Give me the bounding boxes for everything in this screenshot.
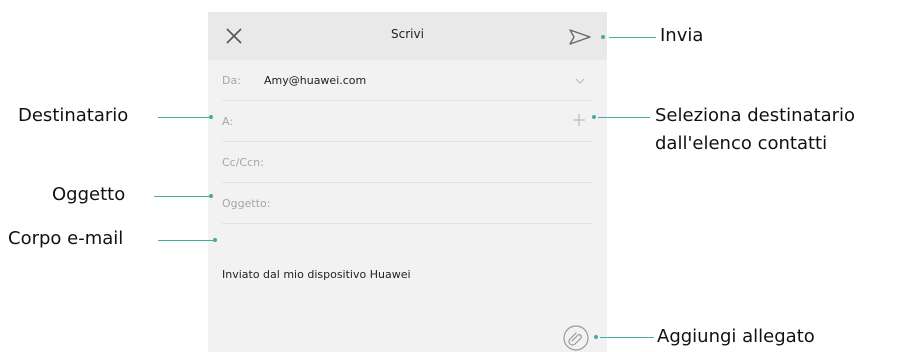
callout-send: Invia xyxy=(660,25,704,46)
from-label: Da: xyxy=(222,74,241,87)
subject-leader-line xyxy=(154,196,210,197)
to-label: A: xyxy=(222,115,234,128)
diagram-canvas: Scrivi Da: Amy@huawei.com A: Cc/Ccn: Ogg… xyxy=(0,0,899,352)
attachment-leader-line xyxy=(600,337,654,338)
from-row[interactable]: Da: Amy@huawei.com xyxy=(222,60,592,101)
send-icon[interactable] xyxy=(568,28,592,46)
subject-leader-dot xyxy=(209,194,213,198)
plus-icon[interactable] xyxy=(572,113,586,127)
page-title: Scrivi xyxy=(391,27,424,41)
compose-screen: Scrivi Da: Amy@huawei.com A: Cc/Ccn: Ogg… xyxy=(208,12,607,352)
callout-subject: Oggetto xyxy=(52,184,126,205)
callout-attachment: Aggiungi allegato xyxy=(657,326,815,347)
send-leader-dot xyxy=(601,35,605,39)
cc-label: Cc/Ccn: xyxy=(222,156,264,169)
callout-body: Corpo e-mail xyxy=(8,228,124,249)
compose-toolbar: Scrivi xyxy=(208,12,607,60)
chevron-down-icon[interactable] xyxy=(574,76,586,86)
email-body-signature[interactable]: Inviato dal mio dispositivo Huawei xyxy=(222,268,411,281)
send-leader-line xyxy=(609,37,656,38)
to-field[interactable]: A: xyxy=(222,101,592,142)
subject-field[interactable]: Oggetto: xyxy=(222,183,592,224)
cc-field[interactable]: Cc/Ccn: xyxy=(222,142,592,183)
recipient-leader-line xyxy=(158,117,210,118)
callout-recipient: Destinatario xyxy=(18,105,129,126)
subject-label: Oggetto: xyxy=(222,197,271,210)
paperclip-icon[interactable] xyxy=(563,325,589,351)
body-leader-dot xyxy=(213,238,217,242)
contacts-leader-line xyxy=(598,117,650,118)
body-leader-line xyxy=(158,240,214,241)
callout-select-contacts-line1: Seleziona destinatario xyxy=(655,105,856,126)
callout-select-contacts-line2: dall'elenco contatti xyxy=(655,133,828,154)
recipient-leader-dot xyxy=(209,115,213,119)
from-address: Amy@huawei.com xyxy=(264,74,367,87)
attachment-leader-dot xyxy=(594,335,598,339)
contacts-leader-dot xyxy=(592,115,596,119)
